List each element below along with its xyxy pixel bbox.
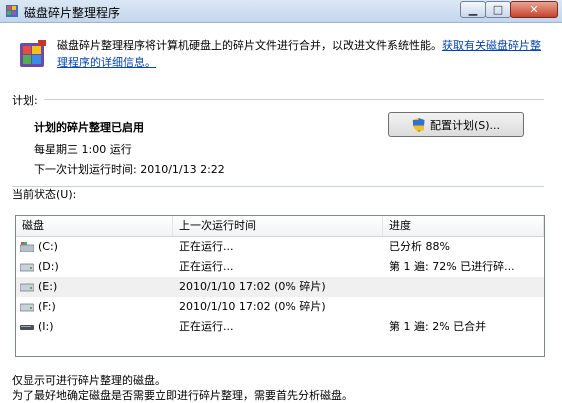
- disk-name: (E:): [38, 280, 58, 293]
- disk-row[interactable]: (C:) 正在运行... 已分析 88%: [16, 237, 544, 257]
- removable-drive-icon: [20, 325, 34, 330]
- defrag-app-icon: [6, 5, 18, 17]
- defrag-large-icon: [20, 40, 46, 67]
- close-button[interactable]: ✕: [510, 1, 558, 18]
- disk-list-header: 磁盘 上一次运行时间 进度: [16, 216, 544, 237]
- configure-schedule-button[interactable]: 配置计划(S)...: [388, 112, 524, 137]
- maximize-button[interactable]: □: [485, 1, 511, 18]
- disk-name: (C:): [38, 240, 58, 253]
- schedule-frequency: 每星期三 1:00 运行: [34, 143, 132, 156]
- schedule-divider: [44, 99, 544, 100]
- last-run: 2010/1/10 17:02 (0% 碎片): [179, 280, 326, 293]
- drive-icon: [20, 303, 34, 312]
- column-header-last-run[interactable]: 上一次运行时间: [173, 216, 383, 236]
- column-header-progress[interactable]: 进度: [383, 216, 544, 236]
- last-run: 正在运行...: [179, 320, 234, 333]
- disk-row[interactable]: (I:) 正在运行... 第 1 遍: 2% 已合并: [16, 317, 544, 337]
- close-icon: ✕: [529, 3, 539, 16]
- disk-name: (D:): [38, 260, 59, 273]
- main-content: 磁盘碎片整理程序将计算机硬盘上的碎片文件进行合并，以改进文件系统性能。获取有关磁…: [0, 23, 562, 402]
- drive-icon: [20, 283, 34, 292]
- progress: [389, 297, 544, 317]
- minimize-button[interactable]: ▁: [460, 1, 486, 18]
- disk-name: (F:): [38, 300, 56, 313]
- disk-row[interactable]: (E:) 2010/1/10 17:02 (0% 碎片): [16, 277, 544, 297]
- progress: 第 1 遍: 2% 已合并: [389, 320, 487, 333]
- current-status-label: 当前状态(U):: [12, 188, 77, 201]
- schedule-status: 计划的碎片整理已启用: [34, 121, 144, 134]
- column-header-progress-label: 进度: [389, 219, 411, 232]
- schedule-section-label: 计划:: [12, 94, 38, 107]
- intro-text: 磁盘碎片整理程序将计算机硬盘上的碎片文件进行合并，以改进文件系统性能。获取有关磁…: [57, 37, 547, 71]
- disk-row[interactable]: (D:) 正在运行... 第 1 遍: 72% 已进行碎...: [16, 257, 544, 277]
- status-divider: [12, 186, 544, 187]
- window-title: 磁盘碎片整理程序: [24, 6, 121, 20]
- last-run: 正在运行...: [179, 240, 234, 253]
- progress: [389, 277, 544, 297]
- minimize-icon: ▁: [468, 3, 478, 16]
- maximize-icon: □: [492, 3, 504, 16]
- drive-icon: [20, 263, 34, 272]
- column-header-last-run-label: 上一次运行时间: [179, 219, 256, 232]
- uac-shield-icon: [412, 117, 425, 132]
- disk-list[interactable]: 磁盘 上一次运行时间 进度 (C:) 正在运行... 已分析 88% (D:) …: [15, 215, 545, 357]
- progress: 已分析 88%: [389, 240, 450, 253]
- schedule-next-run: 下一次计划运行时间: 2010/1/13 2:22: [34, 163, 225, 176]
- progress: 第 1 遍: 72% 已进行碎...: [389, 260, 515, 273]
- column-header-disk-label: 磁盘: [22, 219, 44, 232]
- last-run: 正在运行...: [179, 260, 234, 273]
- footer-note-2: 为了最好地确定磁盘是否需要立即进行碎片整理，需要首先分析磁盘。: [12, 389, 353, 402]
- title-bar: 磁盘碎片整理程序 ▁ □ ✕: [0, 0, 562, 23]
- intro-description: 磁盘碎片整理程序将计算机硬盘上的碎片文件进行合并，以改进文件系统性能。: [57, 39, 442, 52]
- disk-row[interactable]: (F:) 2010/1/10 17:02 (0% 碎片): [16, 297, 544, 317]
- system-drive-icon: [20, 242, 34, 252]
- disk-name: (I:): [38, 320, 54, 333]
- column-header-disk[interactable]: 磁盘: [16, 216, 173, 236]
- configure-schedule-label: 配置计划(S)...: [429, 118, 501, 132]
- last-run: 2010/1/10 17:02 (0% 碎片): [179, 300, 326, 313]
- footer-note-1: 仅显示可进行碎片整理的磁盘。: [12, 374, 166, 387]
